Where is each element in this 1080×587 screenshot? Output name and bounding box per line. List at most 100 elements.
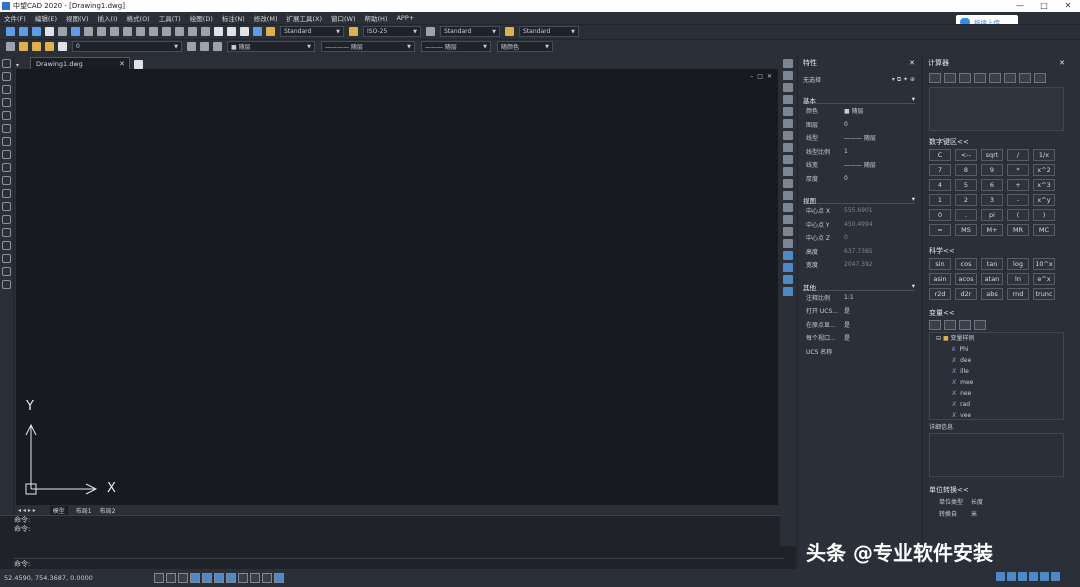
menu-dimension[interactable]: 标注(N)	[222, 13, 245, 23]
key[interactable]: 6	[981, 179, 1003, 191]
offset-icon[interactable]	[783, 95, 793, 104]
plot-style-dropdown[interactable]: 随颜色 ▼	[497, 41, 553, 52]
key[interactable]: 10^x	[1033, 258, 1055, 270]
break-icon[interactable]	[783, 191, 793, 200]
key[interactable]: MS	[955, 224, 977, 236]
pan-icon[interactable]	[162, 27, 171, 36]
prop-row[interactable]: 线宽 ——— 随层	[806, 158, 920, 172]
tool-palette-icon[interactable]	[240, 27, 249, 36]
key[interactable]: 7	[929, 164, 951, 176]
prop-row[interactable]: 每个视口... 是	[806, 331, 920, 345]
insert-block-icon[interactable]	[2, 202, 11, 211]
draw-order-icon[interactable]	[783, 251, 793, 260]
paste-icon[interactable]	[110, 27, 119, 36]
tab-model[interactable]: 模型	[49, 505, 68, 515]
key[interactable]: +	[1007, 179, 1029, 191]
osnap-toggle[interactable]	[201, 573, 212, 583]
redo-icon[interactable]	[149, 27, 158, 36]
selection-dropdown[interactable]: 无选择 ▾ ⧉ ✦ ⊕	[803, 74, 915, 85]
send-back-icon[interactable]	[783, 275, 793, 284]
zoom-previous-icon[interactable]	[201, 27, 210, 36]
menu-app[interactable]: APP+	[396, 14, 414, 22]
menu-extensions[interactable]: 扩展工具(X)	[286, 13, 322, 23]
key[interactable]: ln	[1007, 273, 1029, 285]
make-block-icon[interactable]	[2, 215, 11, 224]
polar-toggle[interactable]	[189, 573, 200, 583]
menu-insert[interactable]: 插入(I)	[98, 13, 118, 23]
rectangle-icon[interactable]	[2, 111, 11, 120]
close-icon[interactable]: ✕	[1059, 59, 1065, 67]
open-icon[interactable]	[19, 27, 28, 36]
undo-icon[interactable]	[136, 27, 145, 36]
prop-row[interactable]: 打开 UCS... 是	[806, 304, 920, 318]
list-item[interactable]: k Phi	[930, 344, 1063, 355]
cloud-line-icon[interactable]	[2, 150, 11, 159]
layer-match-icon[interactable]	[213, 42, 222, 51]
key[interactable]: x^y	[1033, 194, 1055, 206]
preview-icon[interactable]	[58, 27, 67, 36]
key[interactable]: 3	[981, 194, 1003, 206]
dyn-toggle[interactable]	[225, 573, 236, 583]
sci-title[interactable]: 科学<<	[929, 246, 1064, 256]
grid-toggle[interactable]	[165, 573, 176, 583]
key[interactable]: d2r	[955, 288, 977, 300]
key[interactable]: log	[1007, 258, 1029, 270]
stretch-icon[interactable]	[783, 155, 793, 164]
join-icon[interactable]	[783, 203, 793, 212]
lineweight-dropdown[interactable]: ——— 随层 ▼	[421, 41, 491, 52]
tab-layout2[interactable]: 布局2	[100, 506, 116, 515]
copy-icon[interactable]	[97, 27, 106, 36]
trim-icon[interactable]	[783, 167, 793, 176]
prop-row[interactable]: 宽度 2047.392	[806, 258, 920, 272]
menu-window[interactable]: 窗口(W)	[331, 13, 356, 23]
help-icon[interactable]	[1034, 73, 1046, 83]
key[interactable]: cos	[955, 258, 977, 270]
section-general[interactable]: 基本 ▾	[803, 95, 915, 105]
key[interactable]: /	[1007, 149, 1029, 161]
maximize-button[interactable]: □	[1032, 0, 1056, 12]
key[interactable]: sqrt	[981, 149, 1003, 161]
fillet-icon[interactable]	[783, 227, 793, 236]
select-cycle-toggle[interactable]	[261, 573, 272, 583]
scale-icon[interactable]	[783, 143, 793, 152]
snap-toggle[interactable]	[153, 573, 164, 583]
key[interactable]: asin	[929, 273, 951, 285]
match-properties-icon[interactable]	[123, 27, 132, 36]
key[interactable]: 0	[929, 209, 951, 221]
prop-row[interactable]: 厚度 0	[806, 172, 920, 186]
explode-icon[interactable]	[783, 239, 793, 248]
key[interactable]: -	[1007, 194, 1029, 206]
list-item[interactable]: Xille	[930, 366, 1063, 377]
list-item[interactable]: Xrad	[930, 399, 1063, 410]
new-icon[interactable]	[6, 27, 15, 36]
zoom-realtime-icon[interactable]	[175, 27, 184, 36]
prop-row[interactable]: 线型比例 1	[806, 145, 920, 159]
unit-title[interactable]: 单位转换<<	[929, 485, 1064, 495]
make-current-icon[interactable]	[187, 42, 196, 51]
menu-help[interactable]: 帮助(H)	[365, 13, 388, 23]
var-title[interactable]: 变量<<	[929, 308, 1064, 318]
color-dropdown[interactable]: ■ 随层 ▼	[227, 41, 315, 52]
table-icon[interactable]	[2, 267, 11, 276]
text-front-icon[interactable]	[783, 287, 793, 296]
prop-row[interactable]: 中心点 Z 0	[806, 231, 920, 245]
tab-layout1[interactable]: 布局1	[76, 506, 92, 515]
calculator-display[interactable]	[929, 87, 1064, 131]
auto-scale-icon[interactable]	[1018, 572, 1027, 581]
history-icon[interactable]	[944, 73, 956, 83]
rotate-icon[interactable]	[783, 131, 793, 140]
unit-row[interactable]: 转换自 米	[929, 509, 1064, 519]
model-toggle[interactable]	[249, 573, 260, 583]
publish-icon[interactable]	[71, 27, 80, 36]
tab-drawing1[interactable]: Drawing1.dwg ✕	[30, 57, 130, 69]
annotation-visibility-icon[interactable]	[1007, 572, 1016, 581]
menu-modify[interactable]: 修改(M)	[254, 13, 278, 23]
section-view[interactable]: 视图 ▾	[803, 195, 915, 205]
circle-icon[interactable]	[2, 137, 11, 146]
menu-tools[interactable]: 工具(T)	[159, 13, 181, 23]
key[interactable]: .	[955, 209, 977, 221]
key[interactable]: atan	[981, 273, 1003, 285]
delete-variable-icon[interactable]	[959, 320, 971, 330]
annotation-toggle[interactable]	[273, 573, 284, 583]
workspace-icon[interactable]	[1029, 572, 1038, 581]
